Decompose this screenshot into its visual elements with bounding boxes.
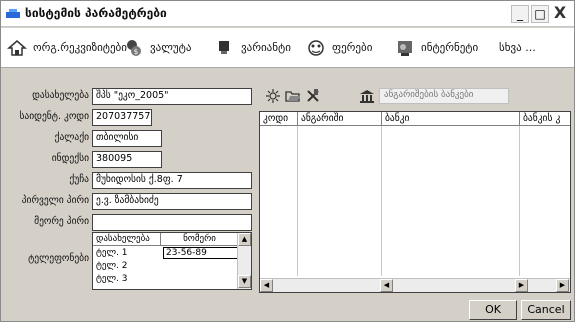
bank-icon xyxy=(360,90,374,103)
tab-currency[interactable]: $ ვალუტა xyxy=(124,37,204,61)
tab-colors-label: ფერები xyxy=(332,41,373,54)
main-toolbar: ორგ.რეკვიზიტები $ ვალუტა ვარიანტი ფერები… xyxy=(1,28,574,68)
tab-org-requisites-label: ორგ.რეკვიზიტები xyxy=(33,41,127,54)
column-divider xyxy=(519,126,520,276)
accounts-panel: ანგარიშების ბანკები კოდი ანგარიში ბანკი … xyxy=(259,83,571,293)
second-person-label: მეორე პირი xyxy=(34,216,89,227)
phone-name-cell: ტელ. 2 xyxy=(96,261,128,271)
currency-icon: $ xyxy=(127,40,141,56)
id-code-label: საიდენტ. კოდი xyxy=(19,111,89,122)
color-icon xyxy=(308,40,324,56)
home-icon xyxy=(7,40,27,56)
phone-number-editor[interactable]: 23-56-89 xyxy=(163,247,243,259)
index-label: ინდექსი xyxy=(51,153,89,164)
column-divider xyxy=(297,126,298,276)
maximize-button[interactable]: □ xyxy=(531,5,549,23)
app-icon xyxy=(6,9,20,18)
name-label: დასახელება xyxy=(32,90,89,101)
city-label: ქალაქი xyxy=(54,132,89,143)
accounts-col-bank[interactable]: ბანკი xyxy=(382,112,520,126)
city-field[interactable]: თბილისი xyxy=(92,130,162,147)
first-person-label: პირველი პირი xyxy=(21,195,89,206)
table-row[interactable]: ტელ. 1 23-56-89 xyxy=(93,247,243,259)
column-divider xyxy=(381,126,382,276)
accounts-grid: კოდი ანგარიში ბანკი ბანკის კ ◀ ◀ ▶ ▶ xyxy=(259,111,571,293)
settings-window: სისტემის პარამეტრები _ □ X ორგ.რეკვიზიტე… xyxy=(0,0,575,322)
tab-colors[interactable]: ფერები xyxy=(306,37,386,61)
scroll-left-icon[interactable]: ◀ xyxy=(260,279,273,292)
scroll-up-icon[interactable]: ▲ xyxy=(238,233,251,246)
toolbar-separator xyxy=(1,69,574,83)
accounts-toolbar: ანგარიშების ბანკები xyxy=(259,83,571,109)
internet-icon xyxy=(398,41,412,56)
bank-accounts-search[interactable]: ანგარიშების ბანკები xyxy=(379,88,509,104)
open-folder-icon[interactable] xyxy=(285,88,301,104)
title-bar: სისტემის პარამეტრები _ □ X xyxy=(1,1,574,27)
street-label: ქუჩა xyxy=(69,174,89,185)
phones-label: ტელეფონები xyxy=(28,253,89,264)
scroll-down-icon[interactable]: ▼ xyxy=(238,275,251,288)
delete-icon[interactable] xyxy=(305,88,321,104)
phones-col-name: დასახელება xyxy=(93,233,161,246)
name-field[interactable]: შპს "ეკო_2005" xyxy=(92,88,252,105)
new-icon[interactable] xyxy=(265,88,281,104)
phone-name-cell: ტელ. 1 xyxy=(96,248,128,258)
scroll-right-icon[interactable]: ▶ xyxy=(515,279,528,292)
accounts-col-code[interactable]: კოდი xyxy=(260,112,298,126)
accounts-col-bank-code[interactable]: ბანკის კ xyxy=(520,112,570,126)
svg-text:$: $ xyxy=(134,48,138,56)
table-row[interactable]: ტელ. 2 xyxy=(93,260,238,272)
cancel-button[interactable]: Cancel xyxy=(521,300,571,320)
tab-currency-label: ვალუტა xyxy=(150,41,192,54)
street-field[interactable]: მუხიდოსის ქ.8ფ. 7 xyxy=(92,172,252,189)
accounts-hscroll[interactable]: ◀ ◀ ▶ ▶ xyxy=(260,278,570,292)
tab-other-label: სხვა ... xyxy=(499,41,536,54)
phone-name-cell: ტელ. 3 xyxy=(96,274,128,284)
window-title: სისტემის პარამეტრები xyxy=(25,6,167,20)
scroll-right-icon[interactable]: ▶ xyxy=(556,279,569,292)
second-person-field[interactable] xyxy=(92,214,252,231)
phones-col-number: ნომერი xyxy=(183,234,216,244)
tab-org-requisites[interactable]: ორგ.რეკვიზიტები xyxy=(7,37,127,61)
dialog-footer: OK Cancel xyxy=(1,299,574,321)
scroll-left-icon[interactable]: ◀ xyxy=(380,279,393,292)
index-field[interactable]: 380095 xyxy=(92,151,162,168)
phones-grid: დასახელება ნომერი ტელ. 1 23-56-89 ტელ. 2… xyxy=(92,232,252,290)
tab-variant-label: ვარიანტი xyxy=(241,41,291,54)
ok-button[interactable]: OK xyxy=(469,300,517,320)
table-row[interactable]: ტელ. 3 xyxy=(93,273,238,285)
close-button[interactable]: X xyxy=(551,5,569,23)
requisites-form: დასახელება შპს "ეკო_2005" საიდენტ. კოდი … xyxy=(5,83,255,293)
phones-scrollbar[interactable]: ▲ ▼ xyxy=(237,233,251,289)
tab-other[interactable]: სხვა ... xyxy=(485,37,545,61)
tab-variant[interactable]: ვარიანტი xyxy=(215,37,300,61)
id-code-field[interactable]: 207037757 xyxy=(92,109,152,126)
tab-internet[interactable]: ინტერნეტი xyxy=(395,37,495,61)
document-icon xyxy=(219,41,229,54)
tab-internet-label: ინტერნეტი xyxy=(421,41,479,54)
accounts-col-account[interactable]: ანგარიში xyxy=(298,112,382,126)
phones-header: დასახელება ნომერი xyxy=(93,233,238,246)
minimize-button[interactable]: _ xyxy=(511,5,529,23)
first-person-field[interactable]: ე.ვ. ზამბახიძე xyxy=(92,193,252,210)
